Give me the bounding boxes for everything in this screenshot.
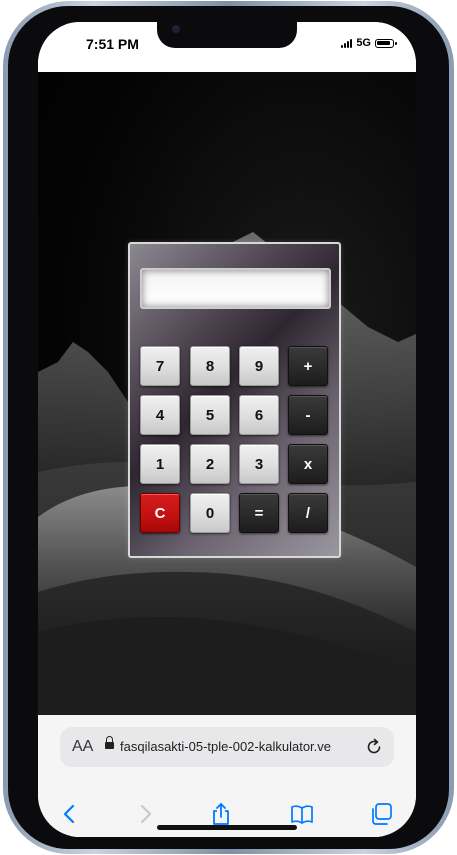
phone-frame: 7:51 PM 5G 7 8 9 + 4 5 6 - 1 2 3 x C 0 =… bbox=[0, 0, 457, 855]
key-4[interactable]: 4 bbox=[140, 395, 180, 435]
lock-icon bbox=[105, 736, 114, 749]
key-7[interactable]: 7 bbox=[140, 346, 180, 386]
key-2[interactable]: 2 bbox=[190, 444, 230, 484]
network-label: 5G bbox=[356, 37, 371, 49]
signal-icon bbox=[341, 38, 353, 48]
key-9[interactable]: 9 bbox=[239, 346, 279, 386]
share-icon[interactable] bbox=[208, 801, 234, 827]
key-plus[interactable]: + bbox=[288, 346, 328, 386]
key-multiply[interactable]: x bbox=[288, 444, 328, 484]
chevron-right-icon[interactable] bbox=[132, 801, 158, 827]
web-content: 7 8 9 + 4 5 6 - 1 2 3 x C 0 = / bbox=[38, 72, 416, 715]
key-3[interactable]: 3 bbox=[239, 444, 279, 484]
book-icon[interactable] bbox=[289, 801, 315, 827]
reader-options-button[interactable]: AA bbox=[72, 738, 93, 756]
home-indicator bbox=[157, 825, 297, 830]
status-time: 7:51 PM bbox=[86, 36, 139, 52]
key-5[interactable]: 5 bbox=[190, 395, 230, 435]
key-equals[interactable]: = bbox=[239, 493, 279, 533]
key-1[interactable]: 1 bbox=[140, 444, 180, 484]
camera-icon bbox=[172, 25, 180, 33]
key-minus[interactable]: - bbox=[288, 395, 328, 435]
key-divide[interactable]: / bbox=[288, 493, 328, 533]
key-6[interactable]: 6 bbox=[239, 395, 279, 435]
calculator: 7 8 9 + 4 5 6 - 1 2 3 x C 0 = / bbox=[128, 242, 341, 558]
url-text[interactable]: fasqilasakti-05-tple-002-kalkulator.ve bbox=[120, 739, 360, 754]
battery-icon bbox=[375, 38, 397, 48]
tabs-icon[interactable] bbox=[369, 801, 395, 827]
browser-toolbar: AA fasqilasakti-05-tple-002-kalkulator.v… bbox=[38, 715, 416, 837]
screen: 7:51 PM 5G 7 8 9 + 4 5 6 - 1 2 3 x C 0 =… bbox=[38, 22, 416, 837]
calculator-display bbox=[140, 268, 331, 309]
key-0[interactable]: 0 bbox=[190, 493, 230, 533]
key-8[interactable]: 8 bbox=[190, 346, 230, 386]
key-clear[interactable]: C bbox=[140, 493, 180, 533]
reload-icon[interactable] bbox=[364, 737, 384, 757]
address-bar[interactable]: AA fasqilasakti-05-tple-002-kalkulator.v… bbox=[60, 727, 394, 767]
status-indicators: 5G bbox=[341, 37, 397, 49]
chevron-left-icon[interactable] bbox=[57, 801, 83, 827]
